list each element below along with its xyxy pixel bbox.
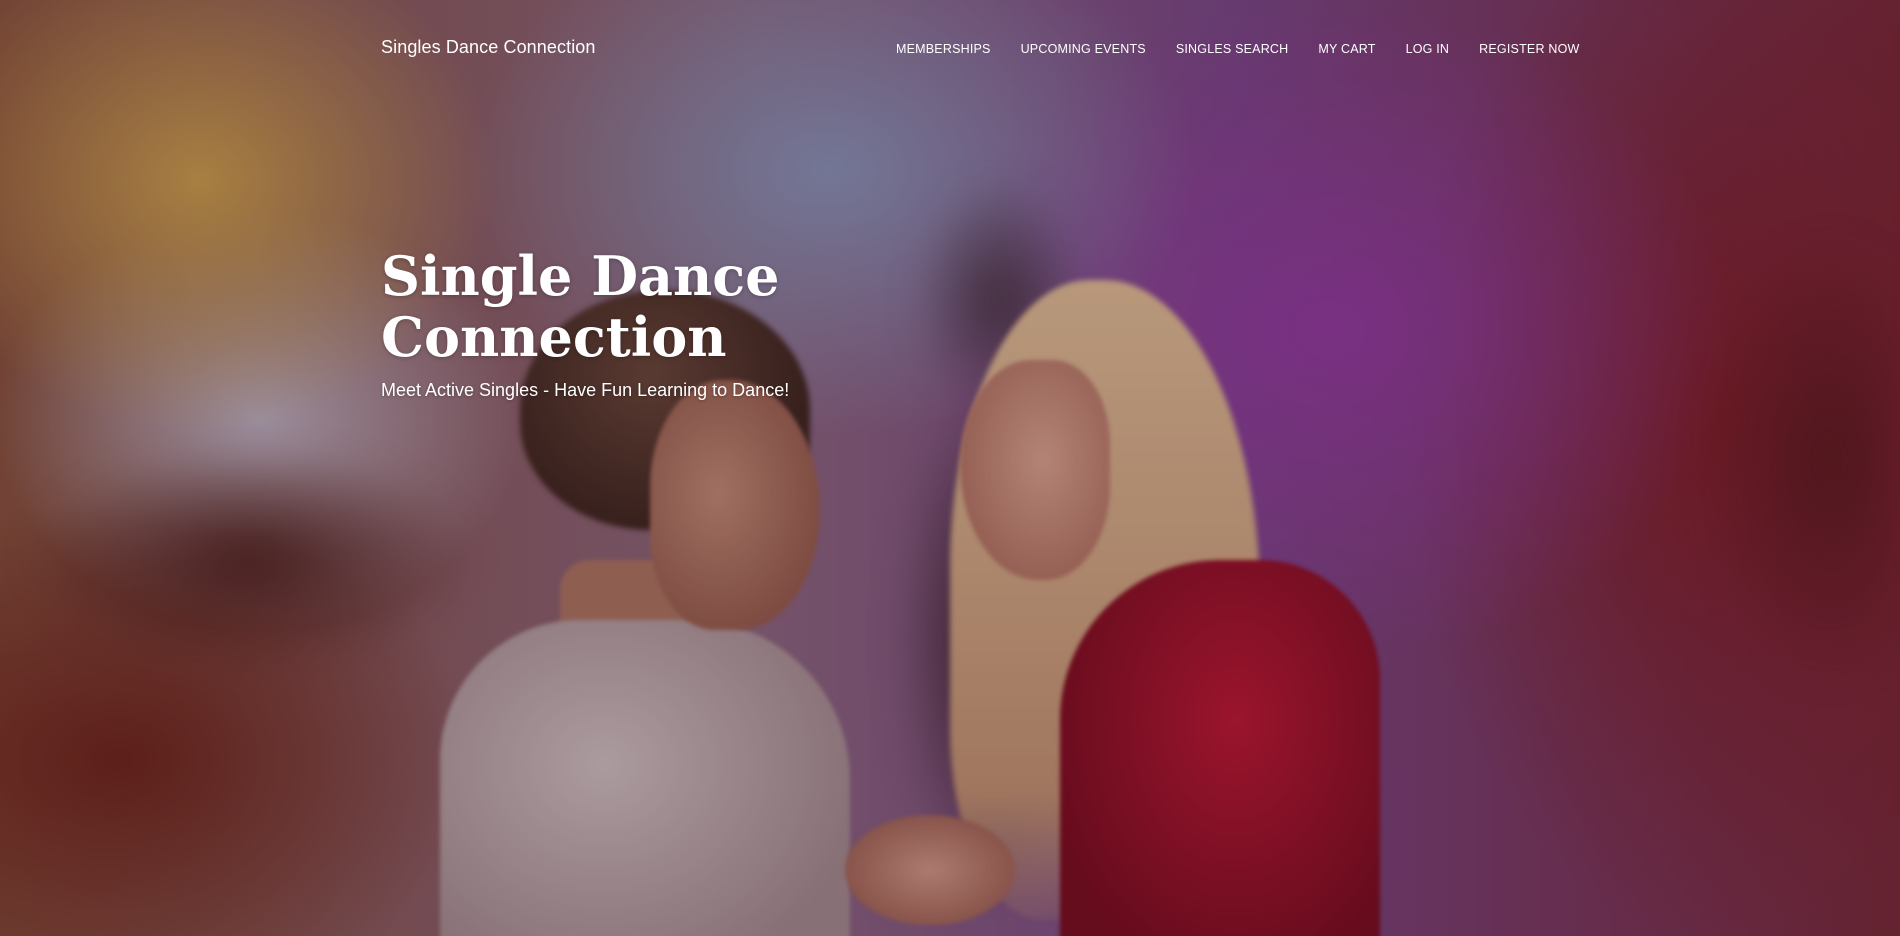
nav-register-now[interactable]: REGISTER NOW bbox=[1479, 42, 1579, 56]
hero-tagline: Meet Active Singles - Have Fun Learning … bbox=[381, 380, 790, 400]
site-brand-link[interactable]: Singles Dance Connection bbox=[381, 37, 596, 58]
main-nav: MEMBERSHIPS UPCOMING EVENTS SINGLES SEAR… bbox=[896, 42, 1580, 56]
hero-overlay bbox=[0, 0, 1900, 936]
nav-upcoming-events[interactable]: UPCOMING EVENTS bbox=[1021, 42, 1146, 56]
nav-my-cart[interactable]: MY CART bbox=[1318, 42, 1375, 56]
hero-title: Single Dance Connection bbox=[381, 244, 780, 369]
hero-section: Singles Dance Connection MEMBERSHIPS UPC… bbox=[0, 0, 1900, 936]
nav-singles-search[interactable]: SINGLES SEARCH bbox=[1176, 42, 1289, 56]
nav-memberships[interactable]: MEMBERSHIPS bbox=[896, 42, 991, 56]
nav-log-in[interactable]: LOG IN bbox=[1406, 42, 1450, 56]
